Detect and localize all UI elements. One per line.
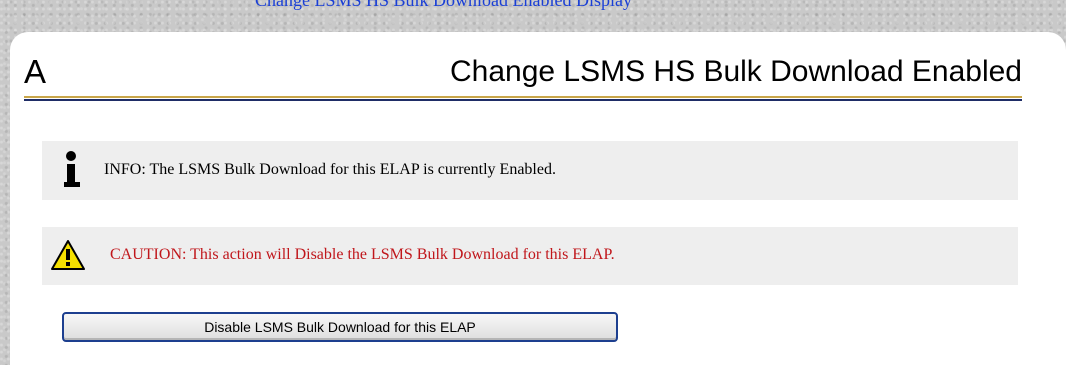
header-letter: A [24,53,47,90]
top-nav-link[interactable]: Change LSMS HS Bulk Download Enabled Dis… [255,0,632,10]
caution-text: CAUTION: This action will Disable the LS… [110,246,615,263]
info-message: INFO: The LSMS Bulk Download for this EL… [42,141,1018,200]
info-icon [64,149,80,189]
info-text: INFO: The LSMS Bulk Download for this EL… [104,161,556,178]
header-rule-gold [24,96,1022,98]
warning-triangle-icon [50,239,86,271]
header-rule-navy [24,99,1022,101]
page-header: A Change LSMS HS Bulk Download Enabled [24,50,1022,96]
caution-message: CAUTION: This action will Disable the LS… [42,227,1018,285]
top-nav-strip: Change LSMS HS Bulk Download Enabled Dis… [0,0,1066,10]
page-title: Change LSMS HS Bulk Download Enabled [449,55,1022,88]
disable-bulk-download-button[interactable]: Disable LSMS Bulk Download for this ELAP [62,312,618,342]
